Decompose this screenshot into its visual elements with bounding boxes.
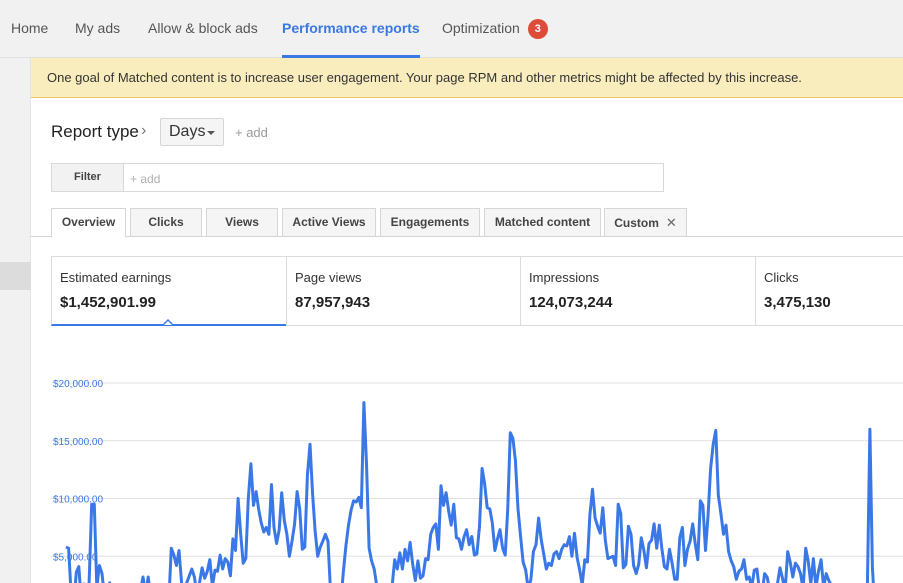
earnings-line-chart: $20,000.00$15,000.00$10,000.00$5,000.00 bbox=[51, 379, 903, 583]
notice-banner: One goal of Matched content is to increa… bbox=[31, 58, 903, 98]
nav-tab-my-ads[interactable]: My ads bbox=[75, 0, 120, 57]
metric-value: 3,475,130 bbox=[764, 294, 831, 311]
close-icon[interactable]: ✕ bbox=[666, 215, 677, 230]
add-dimension-link[interactable]: + add bbox=[235, 125, 268, 140]
selected-indicator-icon bbox=[162, 319, 174, 325]
tab-views[interactable]: Views bbox=[206, 208, 278, 237]
sidebar-selected-item[interactable] bbox=[0, 262, 31, 290]
y-tick-label: $10,000.00 bbox=[53, 495, 103, 506]
filter-input[interactable] bbox=[124, 164, 670, 193]
tab-custom[interactable]: Custom ✕ bbox=[604, 208, 687, 237]
y-tick-label: $20,000.00 bbox=[53, 379, 103, 390]
nav-tab-optimization-label: Optimization bbox=[442, 20, 520, 36]
y-tick-label: $15,000.00 bbox=[53, 437, 103, 448]
left-sidebar bbox=[0, 58, 31, 583]
nav-tab-optimization[interactable]: Optimization 3 bbox=[442, 0, 548, 57]
metric-label: Estimated earnings bbox=[60, 270, 172, 285]
report-type-value: Days bbox=[169, 123, 206, 140]
report-type-label: Report type bbox=[51, 122, 139, 141]
tab-active-views[interactable]: Active Views bbox=[282, 208, 376, 237]
metric-label: Clicks bbox=[764, 270, 799, 285]
metric-card-page-views[interactable]: Page views 87,957,943 bbox=[286, 257, 520, 325]
tab-clicks[interactable]: Clicks bbox=[130, 208, 202, 237]
metric-card-estimated-earnings[interactable]: Estimated earnings $1,452,901.99 bbox=[51, 257, 286, 326]
filter-bar: Filter bbox=[51, 163, 670, 193]
tab-engagements[interactable]: Engagements bbox=[380, 208, 480, 237]
report-type-dropdown[interactable]: Days bbox=[160, 118, 224, 146]
nav-tab-allow-block-ads[interactable]: Allow & block ads bbox=[148, 0, 258, 57]
metric-cards: Estimated earnings $1,452,901.99 Page vi… bbox=[51, 256, 903, 326]
metric-label: Page views bbox=[295, 270, 362, 285]
metric-card-impressions[interactable]: Impressions 124,073,244 bbox=[520, 257, 755, 325]
chevron-right-icon: › bbox=[141, 122, 147, 139]
nav-tab-home[interactable]: Home bbox=[11, 0, 48, 57]
metric-card-clicks[interactable]: Clicks 3,475,130 bbox=[755, 257, 903, 325]
metric-value: $1,452,901.99 bbox=[60, 294, 156, 311]
metric-value: 124,073,244 bbox=[529, 294, 613, 311]
metric-label: Impressions bbox=[529, 270, 600, 285]
nav-tab-performance-reports[interactable]: Performance reports bbox=[282, 0, 420, 58]
metric-value: 87,957,943 bbox=[295, 294, 371, 311]
caret-down-icon bbox=[207, 131, 215, 135]
tab-overview[interactable]: Overview bbox=[51, 208, 126, 238]
top-navigation: Home My ads Allow & block ads Performanc… bbox=[0, 0, 903, 58]
notification-badge: 3 bbox=[527, 19, 548, 39]
filter-label: Filter bbox=[52, 164, 124, 191]
tab-custom-label: Custom bbox=[614, 216, 659, 230]
tab-matched-content[interactable]: Matched content bbox=[484, 208, 601, 237]
